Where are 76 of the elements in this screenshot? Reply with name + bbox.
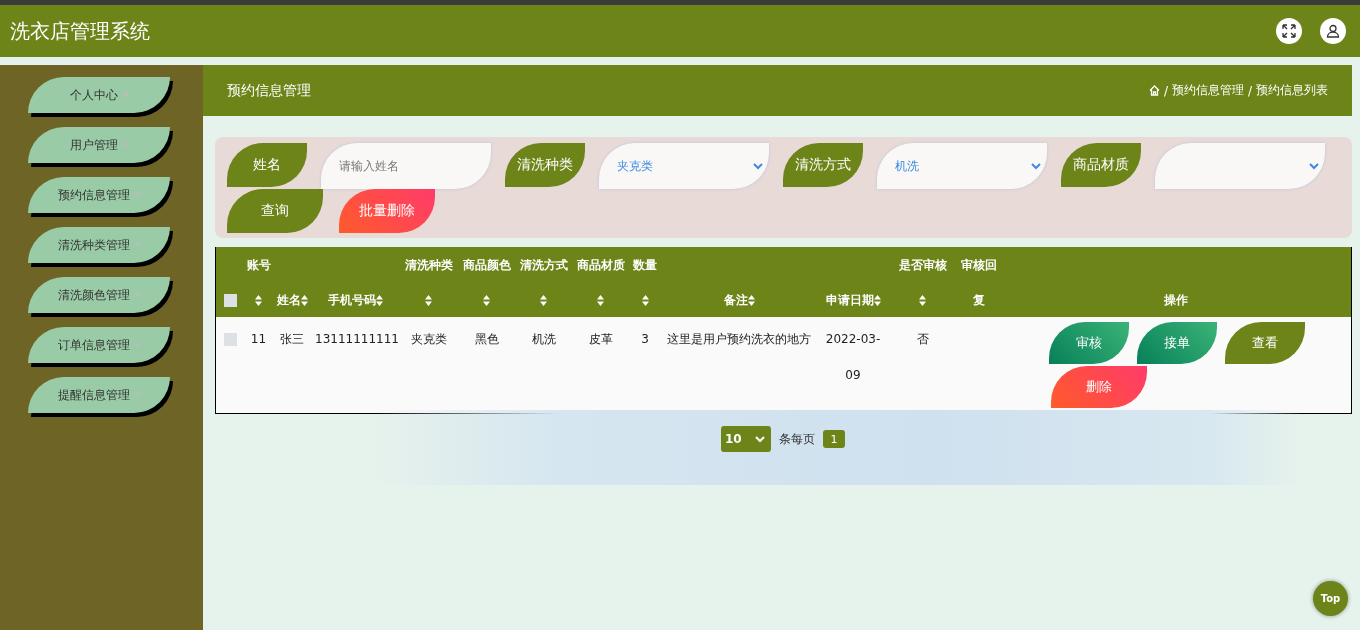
sort-icon[interactable] [483,294,490,306]
column-header: 商品颜色 [462,257,511,273]
field-label: 商品材质 [1061,143,1141,187]
caret-icon [133,343,141,347]
column-header: 复 [972,292,985,308]
table-cell: 这里是用户预约洗衣的地方 [667,332,811,346]
sort-icon[interactable] [540,294,547,306]
select-field[interactable]: 机洗 [877,143,1047,189]
caret-icon [121,143,129,147]
row-checkbox[interactable] [223,333,237,346]
caret-icon [133,193,141,197]
name-input-field[interactable]: 请输入姓名 [321,143,491,189]
page-button[interactable]: 1 [823,430,845,448]
sort-icon[interactable] [747,294,755,306]
table-cell: 否 [916,332,929,346]
chevron-down-icon [753,162,763,170]
page-size-label: 条每页 [779,431,815,448]
fullscreen-icon[interactable] [1276,18,1302,44]
table-cell: 13111111111 [315,332,399,346]
caret-icon [133,393,141,397]
table-cell: 黑色 [474,332,499,346]
column-header: 审核回 [960,257,997,273]
breadcrumb-link[interactable]: 预约信息列表 [1256,82,1328,99]
select-field[interactable]: 夹克类 [599,143,769,189]
column-header: 操作 [1164,292,1188,308]
caret-icon [121,93,129,97]
column-header: 手机号码 [327,292,376,308]
action-button[interactable]: 删除 [1051,366,1147,408]
action-button[interactable]: 接单 [1137,322,1217,364]
sort-icon[interactable] [255,294,262,306]
field-label: 清洗方式 [783,143,863,187]
breadcrumb-separator: / [1163,83,1168,98]
chevron-down-icon [755,435,765,443]
back-to-top-button[interactable]: Top [1313,581,1348,616]
chevron-down-icon [1031,162,1041,170]
home-icon[interactable] [1148,85,1160,96]
user-icon[interactable] [1320,18,1346,44]
page-title: 预约信息管理 [227,81,311,100]
column-header: 清洗种类 [404,257,453,273]
column-header: 商品材质 [576,257,625,273]
table-cell: 皮革 [588,332,613,346]
batch-delete-button[interactable]: 批量删除 [339,189,435,233]
query-button[interactable]: 查询 [227,189,323,233]
sort-icon[interactable] [919,294,926,306]
column-header: 数量 [633,257,657,273]
select-all-checkbox[interactable] [223,293,237,307]
breadcrumb-separator: / [1247,83,1252,98]
table-cell: 3 [641,332,649,346]
app-title: 洗衣店管理系统 [10,17,150,45]
select-field[interactable] [1155,143,1325,189]
table-cell: 2022-03-09 [825,332,881,382]
column-header: 账号 [246,257,271,273]
sort-icon[interactable] [375,294,383,306]
field-label: 清洗种类 [505,143,585,187]
column-header: 备注 [723,292,748,308]
caret-icon [133,243,141,247]
field-label: 姓名 [227,143,307,187]
page-size-select[interactable]: 10 [721,426,771,452]
sort-icon[interactable] [873,294,881,306]
caret-icon [133,293,141,297]
column-header: 姓名 [276,292,301,308]
sort-icon[interactable] [597,294,604,306]
chevron-down-icon [1309,162,1319,170]
action-button[interactable]: 查看 [1225,322,1305,364]
action-button[interactable]: 审核 [1049,322,1129,364]
table-cell: 张三 [280,332,304,346]
table-cell: 机洗 [531,332,556,346]
table-cell: 夹克类 [410,332,447,346]
table-cell: 11 [250,332,267,346]
column-header: 清洗方式 [519,257,568,273]
column-header: 是否审核 [898,257,947,273]
breadcrumb-link[interactable]: 预约信息管理 [1171,82,1244,99]
sort-icon[interactable] [425,294,432,306]
sort-icon[interactable] [641,294,649,306]
sort-icon[interactable] [300,294,308,306]
column-header: 申请日期 [825,292,874,308]
